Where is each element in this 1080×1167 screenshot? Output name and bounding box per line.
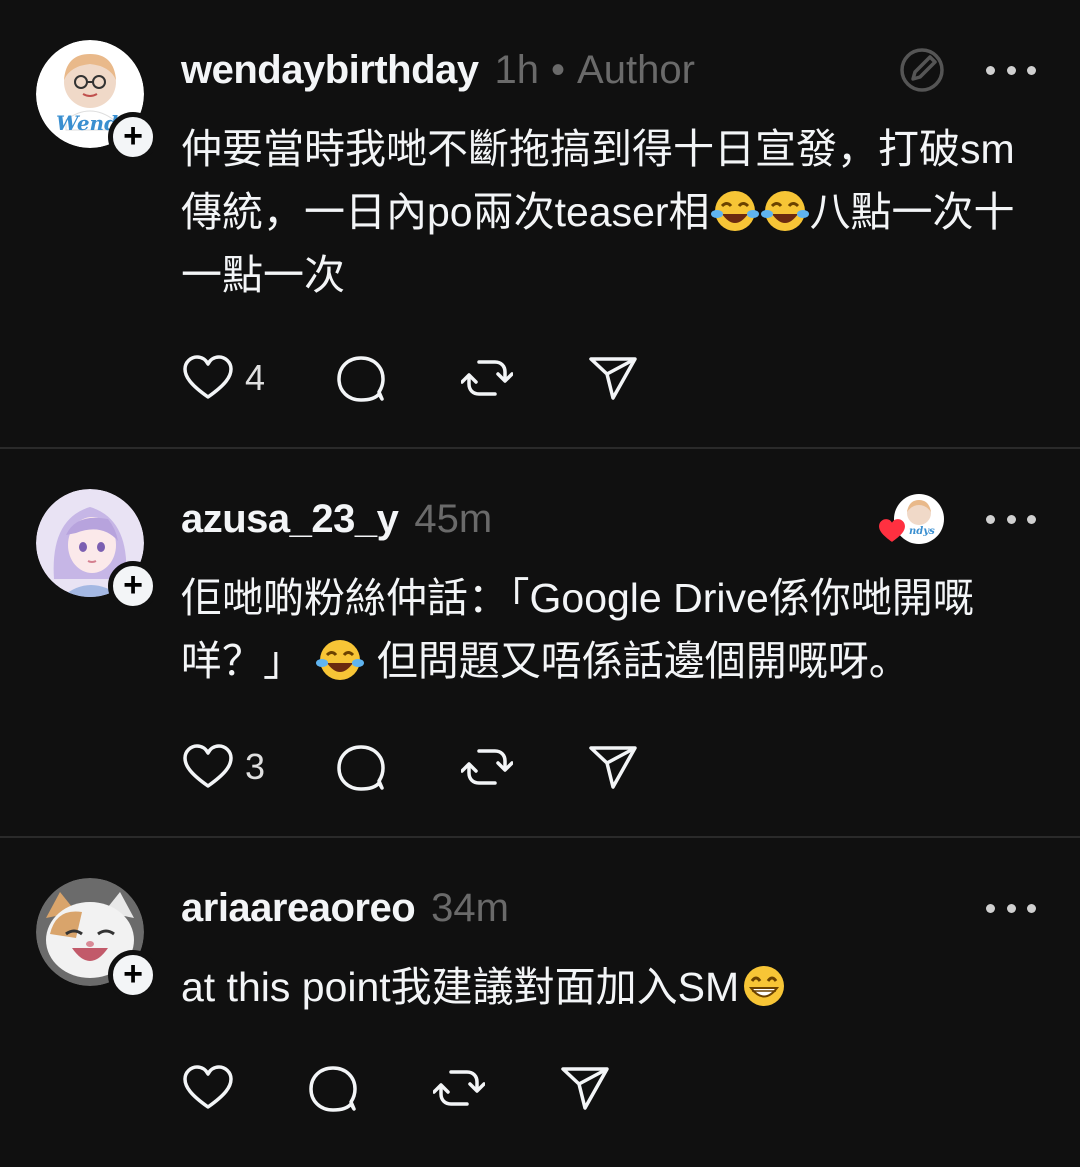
post-meta: 34m (431, 886, 509, 931)
repost-icon (461, 749, 514, 785)
send-icon (561, 1067, 609, 1110)
tears-of-joy-emoji (710, 191, 759, 231)
like-button[interactable] (181, 1063, 235, 1113)
repost-icon (433, 1070, 485, 1106)
like-button[interactable]: 4 (181, 353, 265, 403)
share-button[interactable] (587, 741, 639, 793)
tears-of-joy-emoji (316, 640, 365, 680)
post-header-actions (946, 880, 1036, 936)
post-text: 佢哋啲粉絲仲話：「Google Drive係你哋開嘅咩？」 但問題又唔係話邊個開… (181, 567, 1041, 693)
like-count: 3 (245, 746, 266, 787)
post-header-actions: ndys (879, 491, 1036, 547)
comment-icon (309, 1066, 357, 1112)
reply-post-2: + azusa_23_y 45m ndys 佢哋啲粉絲仲話：「Google Dr… (0, 449, 1080, 838)
author-label: Author (577, 47, 695, 92)
more-options-button[interactable] (986, 898, 1036, 918)
plus-icon: + (123, 954, 143, 993)
reply-button[interactable] (335, 352, 387, 404)
follow-button[interactable]: + (108, 112, 158, 162)
post-actions: 3 (181, 741, 639, 793)
more-options-button[interactable] (986, 60, 1036, 80)
heart-icon (183, 1065, 233, 1109)
follow-button[interactable]: + (108, 950, 158, 1000)
post-actions (181, 1062, 611, 1114)
timestamp: 45m (414, 496, 493, 541)
liked-by-author-badge: ndys (879, 492, 946, 546)
post-text-part: 但問題又唔係話邊個開嘅呀。 (365, 638, 910, 684)
share-button[interactable] (587, 352, 639, 404)
post-header: wendaybirthday 1h • Author (181, 42, 695, 98)
post-header-actions (898, 42, 1036, 98)
repost-button[interactable] (461, 352, 514, 404)
reply-post-3: + ariaareaoreo 34m at this point我建議對面加入S… (0, 838, 1080, 1165)
send-icon (589, 357, 637, 400)
reply-post-1: Wend + wendaybirthday 1h • Author 仲要當時我哋不斷… (0, 0, 1080, 449)
reply-button[interactable] (335, 741, 387, 793)
repost-icon (461, 360, 514, 396)
plus-icon: + (123, 116, 143, 155)
username[interactable]: wendaybirthday (181, 48, 479, 93)
post-text-part: at this point我建議對面加入SM (181, 964, 740, 1010)
timestamp: 34m (431, 885, 509, 930)
like-button[interactable]: 3 (181, 742, 265, 792)
reply-button[interactable] (307, 1062, 359, 1114)
post-actions: 4 (181, 352, 639, 404)
avatar-ariaareaoreo[interactable]: + (36, 878, 158, 1000)
like-count: 4 (245, 357, 266, 398)
heart-icon (879, 519, 905, 542)
comment-icon (337, 745, 385, 791)
repost-button[interactable] (461, 741, 514, 793)
post-header: ariaareaoreo 34m (181, 880, 509, 936)
timestamp: 1h (494, 47, 540, 92)
post-text: at this point我建議對面加入SM (181, 956, 1041, 1019)
post-meta: 1h • Author (495, 48, 695, 93)
edit-icon[interactable] (898, 46, 946, 94)
send-icon (589, 746, 637, 789)
username[interactable]: azusa_23_y (181, 497, 399, 542)
more-options-button[interactable] (986, 509, 1036, 529)
grinning-emoji (744, 966, 785, 1006)
username[interactable]: ariaareaoreo (181, 886, 416, 931)
separator-dot: • (551, 47, 566, 92)
heart-icon (183, 744, 233, 788)
thread-feed: Wend + wendaybirthday 1h • Author 仲要當時我哋不斷… (0, 0, 1080, 1167)
post-meta: 45m (414, 497, 492, 542)
comment-icon (337, 356, 385, 402)
badge-script-text: ndys (909, 526, 935, 537)
avatar-azusa[interactable]: + (36, 489, 158, 611)
repost-button[interactable] (433, 1062, 485, 1114)
post-header: azusa_23_y 45m (181, 491, 492, 547)
share-button[interactable] (559, 1062, 611, 1114)
follow-button[interactable]: + (108, 561, 158, 611)
avatar-wendaybirthday[interactable]: Wend + (36, 40, 158, 162)
plus-icon: + (123, 565, 143, 604)
post-text: 仲要當時我哋不斷拖搞到得十日宣發，打破sm傳統，一日內po兩次teaser相 八點… (181, 118, 1041, 307)
tears-of-joy-emoji (760, 191, 809, 231)
heart-icon (183, 355, 233, 399)
